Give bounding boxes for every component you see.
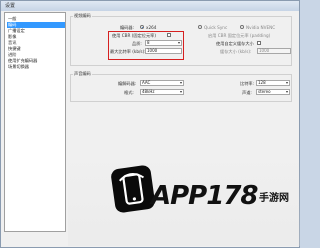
format-select[interactable]: 48kHz xyxy=(140,89,184,95)
settings-window: 设置 一般 编码 广播设定 影像 音讯 快捷键 进阶 使用扩充编码器 场景切换器… xyxy=(0,0,300,248)
window-title: 设置 xyxy=(5,3,16,9)
format-label: 格式: xyxy=(124,90,134,95)
title-bar: 设置 xyxy=(1,1,299,11)
format-value: 48kHz xyxy=(142,89,155,94)
video-encoding-label: 视频编码 xyxy=(73,13,92,19)
sidebar-item-scene-switcher[interactable]: 场景切换器 xyxy=(7,64,30,70)
chevron-down-icon xyxy=(286,91,288,93)
channel-value: stereo xyxy=(258,89,271,94)
watermark-brand: APP178 xyxy=(151,181,259,211)
codec-label: 编解码器: xyxy=(118,81,137,86)
watermark-sub: 手游网 xyxy=(259,193,289,204)
custom-buffer-label: 使用自定义缓存大小 xyxy=(216,41,254,46)
x264-radio[interactable] xyxy=(140,25,144,29)
nvenc-label: Nvidia NVENC xyxy=(246,25,276,30)
app178-logo-icon xyxy=(110,164,156,214)
bitrate-label: 比特率: xyxy=(240,81,254,86)
bitrate-value: 128 xyxy=(258,80,266,85)
channel-select[interactable]: stereo xyxy=(256,89,290,95)
settings-sidebar: 一般 编码 广播设定 影像 音讯 快捷键 进阶 使用扩充编码器 场景切换器 xyxy=(4,12,66,232)
nvenc-radio[interactable] xyxy=(240,25,244,29)
chevron-down-icon xyxy=(286,82,288,84)
buffer-size-input[interactable]: 1000 xyxy=(257,48,291,54)
chevron-down-icon xyxy=(180,82,182,84)
bitrate-select[interactable]: 128 xyxy=(256,80,290,86)
quicksync-label: Quick Sync xyxy=(204,25,228,30)
channel-label: 声道: xyxy=(242,90,252,95)
audio-encoding-group xyxy=(70,74,292,102)
cbr-padding-label: 启用 CBR 固定位元率 (padding) xyxy=(208,33,271,38)
x264-label: x264 xyxy=(146,25,157,30)
buffer-size-label: 缓存大小 (kb/s): xyxy=(220,49,252,54)
chevron-down-icon xyxy=(180,91,182,93)
codec-select[interactable]: AAC xyxy=(140,80,184,86)
highlight-box xyxy=(108,31,184,60)
audio-encoding-label: 声音编码 xyxy=(73,71,92,77)
quicksync-radio[interactable] xyxy=(198,25,202,29)
codec-value: AAC xyxy=(142,80,151,85)
custom-buffer-checkbox[interactable] xyxy=(257,41,261,45)
